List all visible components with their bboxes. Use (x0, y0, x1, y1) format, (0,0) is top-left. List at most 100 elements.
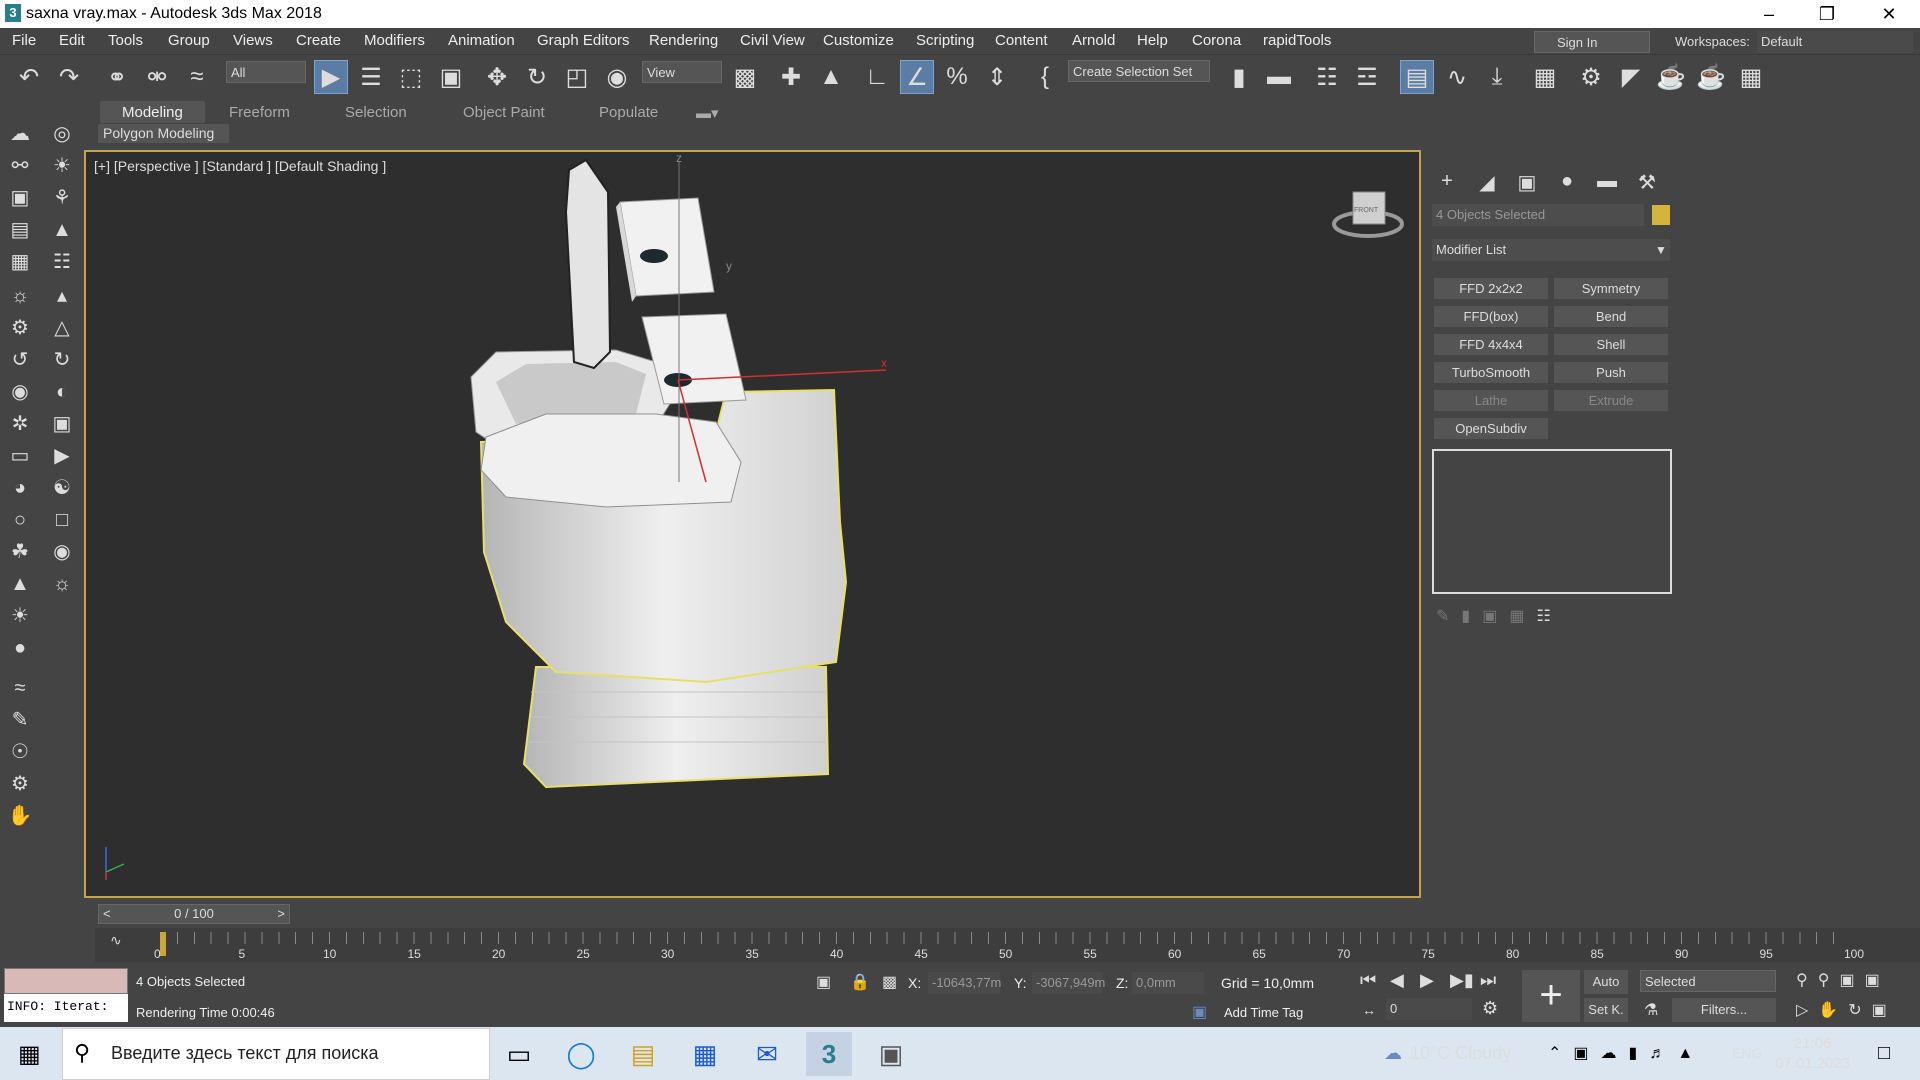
object-name-field[interactable]: 4 Objects Selected (1432, 204, 1644, 226)
polygon-modeling-panel[interactable]: Polygon Modeling (98, 124, 229, 143)
render-icon[interactable]: ◉ (6, 378, 34, 406)
modifier-button[interactable]: Extrude (1554, 390, 1668, 411)
menu-scripting[interactable]: Scripting (916, 32, 974, 49)
ribbon-options-icon[interactable]: ▬▾ (696, 101, 719, 123)
tab-object-paint[interactable]: Object Paint (463, 101, 545, 123)
play-icon[interactable]: ▶ (1420, 970, 1434, 991)
edge-browser-icon[interactable]: ◯ (558, 1032, 604, 1076)
modifier-button[interactable]: OpenSubdiv (1434, 418, 1548, 439)
set-key-button[interactable]: Set K. (1584, 998, 1628, 1022)
menu-create[interactable]: Create (296, 32, 341, 49)
plane-icon[interactable]: ▣ (48, 410, 76, 438)
menu-views[interactable]: Views (233, 32, 273, 49)
node-icon[interactable]: ✲ (6, 410, 34, 438)
display-tab-icon[interactable]: ▬ (1592, 170, 1622, 200)
maximize-viewport-icon[interactable]: ▣ (1872, 1002, 1897, 1019)
restore-icon[interactable]: ❐ (1804, 0, 1850, 28)
hair-icon[interactable]: ≈ (6, 674, 34, 702)
menu-content[interactable]: Content (995, 32, 1048, 49)
modifier-button[interactable]: Push (1554, 362, 1668, 383)
modifier-button[interactable]: Shell (1554, 334, 1668, 355)
go-to-end-icon[interactable]: ⏭ (1480, 970, 1496, 991)
chevron-up-icon[interactable]: ⌃ (1548, 1045, 1573, 1062)
layer-explorer-icon[interactable]: ☲ (1350, 60, 1384, 94)
mail-icon[interactable]: ✉ (744, 1032, 790, 1076)
list-icon[interactable]: ☷ (48, 248, 76, 276)
sync-icon[interactable]: ↻ (48, 346, 76, 374)
configure-modifier-sets-icon[interactable]: ☷ (1536, 608, 1562, 625)
task-view-icon[interactable]: ▭ (496, 1032, 542, 1076)
lamp-icon[interactable]: ☼ (6, 282, 34, 310)
gear-icon[interactable]: ⚙ (6, 770, 34, 798)
select-by-name-icon[interactable]: ☰ (354, 60, 388, 94)
y-coordinate[interactable]: -3067,949m (1032, 972, 1105, 994)
zoom-extents-all-icon[interactable]: ▣ (1865, 972, 1890, 989)
create-geometry-icon[interactable]: ☁ (6, 120, 34, 148)
notifications-icon[interactable]: □ (1878, 1042, 1890, 1065)
tree-plant-icon[interactable]: ☘ (6, 538, 34, 566)
menu-corona[interactable]: Corona (1192, 32, 1241, 49)
motion-tab-icon[interactable]: ● (1552, 170, 1582, 200)
curve-editor-icon[interactable]: ∿ (1440, 60, 1474, 94)
make-unique-icon[interactable]: ▣ (1482, 608, 1509, 625)
set-key-icon[interactable]: + (1522, 970, 1580, 1022)
lock-icon[interactable]: 🔒 (850, 972, 870, 992)
spot-light-icon[interactable]: ▴ (48, 282, 76, 310)
device-icon[interactable]: ▣ (1573, 1045, 1600, 1062)
toggle-ribbon-icon[interactable]: ▤ (1400, 60, 1434, 94)
perspective-viewport[interactable]: [+] [Perspective ] [Standard ] [Default … (84, 150, 1421, 898)
modifier-button[interactable]: TurboSmooth (1434, 362, 1548, 383)
remove-modifier-icon[interactable]: ▦ (1509, 608, 1536, 625)
zoom-icon[interactable]: ⚲ (1796, 972, 1818, 989)
panel-icon[interactable]: □ (48, 506, 76, 534)
auto-key-button[interactable]: Auto (1584, 970, 1628, 994)
hand-icon[interactable]: ✋ (6, 802, 34, 830)
utilities-tab-icon[interactable]: ⚒ (1632, 170, 1662, 200)
curve-editor-mini-icon[interactable]: ∿ (110, 932, 122, 949)
window-crossing-icon[interactable]: ▣ (434, 60, 468, 94)
menu-group[interactable]: Group (168, 32, 210, 49)
menu-rendering[interactable]: Rendering (649, 32, 718, 49)
menu-customize[interactable]: Customize (823, 32, 894, 49)
percent-snap-icon[interactable]: % (940, 60, 974, 94)
scale-icon[interactable]: ◰ (560, 60, 594, 94)
sphere-icon[interactable]: ◐ (48, 378, 76, 406)
keyboard-shortcut-icon[interactable]: ▲ (814, 60, 848, 94)
file-explorer-icon[interactable]: ▤ (620, 1032, 666, 1076)
angle-snap-icon[interactable]: ∠ (900, 60, 934, 94)
network-icon[interactable]: ▲ (1677, 1045, 1705, 1062)
figure-icon[interactable]: △ (48, 314, 76, 342)
tab-selection[interactable]: Selection (345, 101, 407, 123)
show-end-result-icon[interactable]: ▮ (1461, 608, 1482, 625)
close-icon[interactable]: ✕ (1866, 0, 1912, 28)
cone-icon[interactable]: ▲ (6, 570, 34, 598)
modifier-button[interactable]: Bend (1554, 306, 1668, 327)
sunlight-icon[interactable]: ☀ (6, 602, 34, 630)
zoom-extents-icon[interactable]: ▣ (1839, 972, 1864, 989)
object-color-swatch[interactable] (1652, 205, 1670, 225)
rotate-icon[interactable]: ↻ (520, 60, 554, 94)
edit-named-selection-icon[interactable]: { (1028, 60, 1062, 94)
rectangular-selection-icon[interactable]: ⬚ (394, 60, 428, 94)
unlink-icon[interactable]: ⚮ (140, 60, 174, 94)
helpers-icon[interactable]: ☀ (48, 152, 76, 180)
group-icon[interactable]: ☯ (48, 474, 76, 502)
modifier-button[interactable]: Lathe (1434, 390, 1548, 411)
modifier-button[interactable]: FFD 2x2x2 (1434, 278, 1548, 299)
scene-explorer-icon[interactable]: ☷ (1310, 60, 1344, 94)
select-manipulate-icon[interactable]: ✚ (774, 60, 808, 94)
sun-icon[interactable]: ○ (6, 506, 34, 534)
field-of-view-icon[interactable]: ▷ (1796, 1002, 1818, 1019)
prev-frame-icon[interactable]: < (103, 905, 111, 923)
light-icon[interactable]: ◎ (48, 120, 76, 148)
paint-icon[interactable]: ✎ (6, 706, 34, 734)
render-activeshade-icon[interactable]: ▦ (1734, 60, 1768, 94)
menu-civil-view[interactable]: Civil View (740, 32, 805, 49)
render-frame-icon[interactable]: ▶ (48, 442, 76, 470)
document-icon[interactable]: ▤ (6, 216, 34, 244)
menu-modifiers[interactable]: Modifiers (364, 32, 425, 49)
cameras-icon[interactable]: ▣ (6, 184, 34, 212)
pin-stack-icon[interactable]: ✎ (1436, 608, 1461, 625)
box-icon[interactable]: ▭ (6, 442, 34, 470)
menu-arnold[interactable]: Arnold (1072, 32, 1115, 49)
